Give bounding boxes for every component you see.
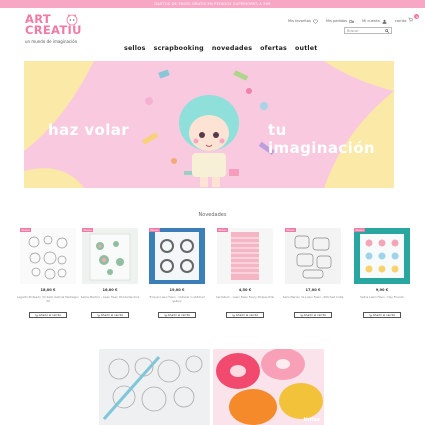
new-badge: Nuevo — [149, 228, 161, 233]
new-badge: Nuevo — [354, 228, 366, 233]
ink-pads-photo — [213, 349, 324, 425]
add-to-cart-label: Añadir al carrito — [372, 313, 396, 317]
product-price: 19,00 € — [169, 288, 185, 292]
product-image[interactable] — [354, 228, 410, 284]
section-title-novedades: Novedades — [198, 212, 227, 218]
add-to-cart-label: Añadir al carrito — [100, 313, 124, 317]
product-image[interactable] — [217, 228, 273, 284]
account-link[interactable]: Mi cuenta — [362, 19, 387, 24]
heart-icon — [312, 18, 318, 24]
add-to-cart-button[interactable]: Añadir al carrito — [29, 312, 67, 318]
product-name[interactable]: Troquel Lawn Fawn - Outside in stitched … — [145, 295, 209, 303]
add-to-cart-button[interactable]: Añadir al carrito — [226, 312, 264, 318]
category-banner-tintas[interactable]: tintas — [213, 349, 324, 425]
product-price: 4,50 € — [238, 288, 252, 292]
cart-count-badge: 0 — [414, 14, 420, 19]
cart-icon — [164, 313, 167, 316]
add-to-cart-label: Añadir al carrito — [303, 313, 327, 317]
main-nav: sellos scrapbooking novedades ofertas ou… — [124, 45, 317, 52]
brand-logo[interactable]: ART CREATIU un mundo de imaginación — [25, 13, 95, 58]
nav-item-outlet[interactable]: outlet — [295, 45, 317, 52]
search-input[interactable]: Buscar — [347, 29, 385, 33]
add-to-cart-button[interactable]: Añadir al carrito — [294, 312, 332, 318]
cart-icon — [97, 313, 100, 316]
search-icon[interactable] — [385, 28, 389, 33]
cart-icon — [35, 313, 38, 316]
product-card[interactable]: Nuevo 18,00 € Lagarto Pinteado (4) Sello… — [17, 228, 79, 323]
add-to-cart-button[interactable]: Añadir al carrito — [158, 312, 196, 318]
nav-item-novedades[interactable]: novedades — [212, 45, 252, 52]
orders-label: Mis pedidos — [325, 19, 348, 23]
category-banner-sellos[interactable] — [99, 349, 210, 425]
product-name[interactable]: Sellos Markov - Lawn Fawn Rhodedendros — [78, 295, 142, 300]
product-name[interactable]: Sellos Lawn Fawn - Hey Friends — [350, 295, 414, 300]
product-grid: Nuevo 18,00 € Lagarto Pinteado (4) Sello… — [8, 228, 417, 323]
product-card[interactable]: Nuevo 17,00 € Sello Marrón de Lawn Fawn … — [283, 228, 343, 323]
nav-item-ofertas[interactable]: ofertas — [260, 45, 287, 52]
orders-link[interactable]: Mis pedidos — [326, 19, 354, 24]
add-to-cart-label: Añadir al carrito — [167, 313, 191, 317]
user-icon — [382, 19, 387, 24]
product-name[interactable]: Lagarto Pinteado (4) Sello Gabriel Media… — [16, 295, 80, 303]
new-badge: Nuevo — [217, 228, 229, 233]
cart-icon — [300, 313, 303, 316]
wishlist-label: Mis favoritos — [288, 19, 311, 23]
product-card[interactable]: Nuevo 19,00 € Troquel Lawn Fawn - Outsid… — [149, 228, 205, 323]
truck-icon — [349, 19, 354, 23]
add-to-cart-label: Añadir al carrito — [38, 313, 62, 317]
product-price: 9,90 € — [375, 288, 389, 292]
brand-tagline: un mundo de imaginación — [25, 39, 78, 44]
add-to-cart-button[interactable]: Añadir al carrito — [363, 312, 401, 318]
product-name[interactable]: Sello Marrón de Lawn Fawn - Stitched Cut… — [281, 295, 345, 300]
product-card[interactable]: Nuevo 16,00 € Sellos Markov - Lawn Fawn … — [81, 228, 139, 323]
product-price: 17,00 € — [305, 288, 321, 292]
product-image[interactable] — [149, 228, 205, 284]
new-badge: Nuevo — [285, 228, 297, 233]
announcement-text: GASTOS DE ENVÍO GRATIS EN PEDIDOS SUPERI… — [154, 2, 271, 6]
cart-label: carrito — [394, 19, 407, 23]
brand-line2: CREATIU — [25, 23, 82, 37]
utility-links: Mis favoritos Mis pedidos Mi cuenta carr… — [288, 14, 420, 25]
hero-banner[interactable]: haz volar tu imaginación — [24, 61, 394, 188]
nav-item-sellos[interactable]: sellos — [124, 45, 146, 52]
product-name[interactable]: Cardstock - Lawn Fawn Fancy Stripes Pink — [213, 295, 277, 300]
product-image[interactable] — [20, 228, 76, 284]
new-badge: Nuevo — [20, 228, 32, 233]
product-price: 18,00 € — [40, 288, 56, 292]
cat-mascot-icon — [66, 14, 78, 26]
cart-icon: 0 — [408, 14, 420, 25]
product-image[interactable] — [82, 228, 138, 284]
announcement-bar: GASTOS DE ENVÍO GRATIS EN PEDIDOS SUPERI… — [0, 0, 425, 8]
product-price: 16,00 € — [102, 288, 118, 292]
add-to-cart-button[interactable]: Añadir al carrito — [91, 312, 129, 318]
cart-icon — [369, 313, 372, 316]
hero-right-text: tu imaginación — [268, 121, 375, 157]
banner-caption: tintas — [303, 417, 320, 423]
cart-link[interactable]: carrito 0 — [394, 14, 420, 25]
nav-item-scrapbooking[interactable]: scrapbooking — [154, 45, 204, 52]
product-image[interactable] — [285, 228, 341, 284]
cart-icon — [232, 313, 235, 316]
new-badge: Nuevo — [82, 228, 94, 233]
wishlist-link[interactable]: Mis favoritos — [288, 18, 318, 24]
account-label: Mi cuenta — [362, 19, 380, 23]
hero-left-text: haz volar — [48, 121, 130, 139]
add-to-cart-label: Añadir al carrito — [235, 313, 259, 317]
search-box[interactable]: Buscar — [344, 27, 392, 34]
stamps-photo — [99, 349, 210, 425]
product-card[interactable]: Nuevo 9,90 € Sellos Lawn Fawn - Hey Frie… — [354, 228, 410, 323]
product-card[interactable]: Nuevo 4,50 € Cardstock - Lawn Fawn Fancy… — [216, 228, 274, 323]
